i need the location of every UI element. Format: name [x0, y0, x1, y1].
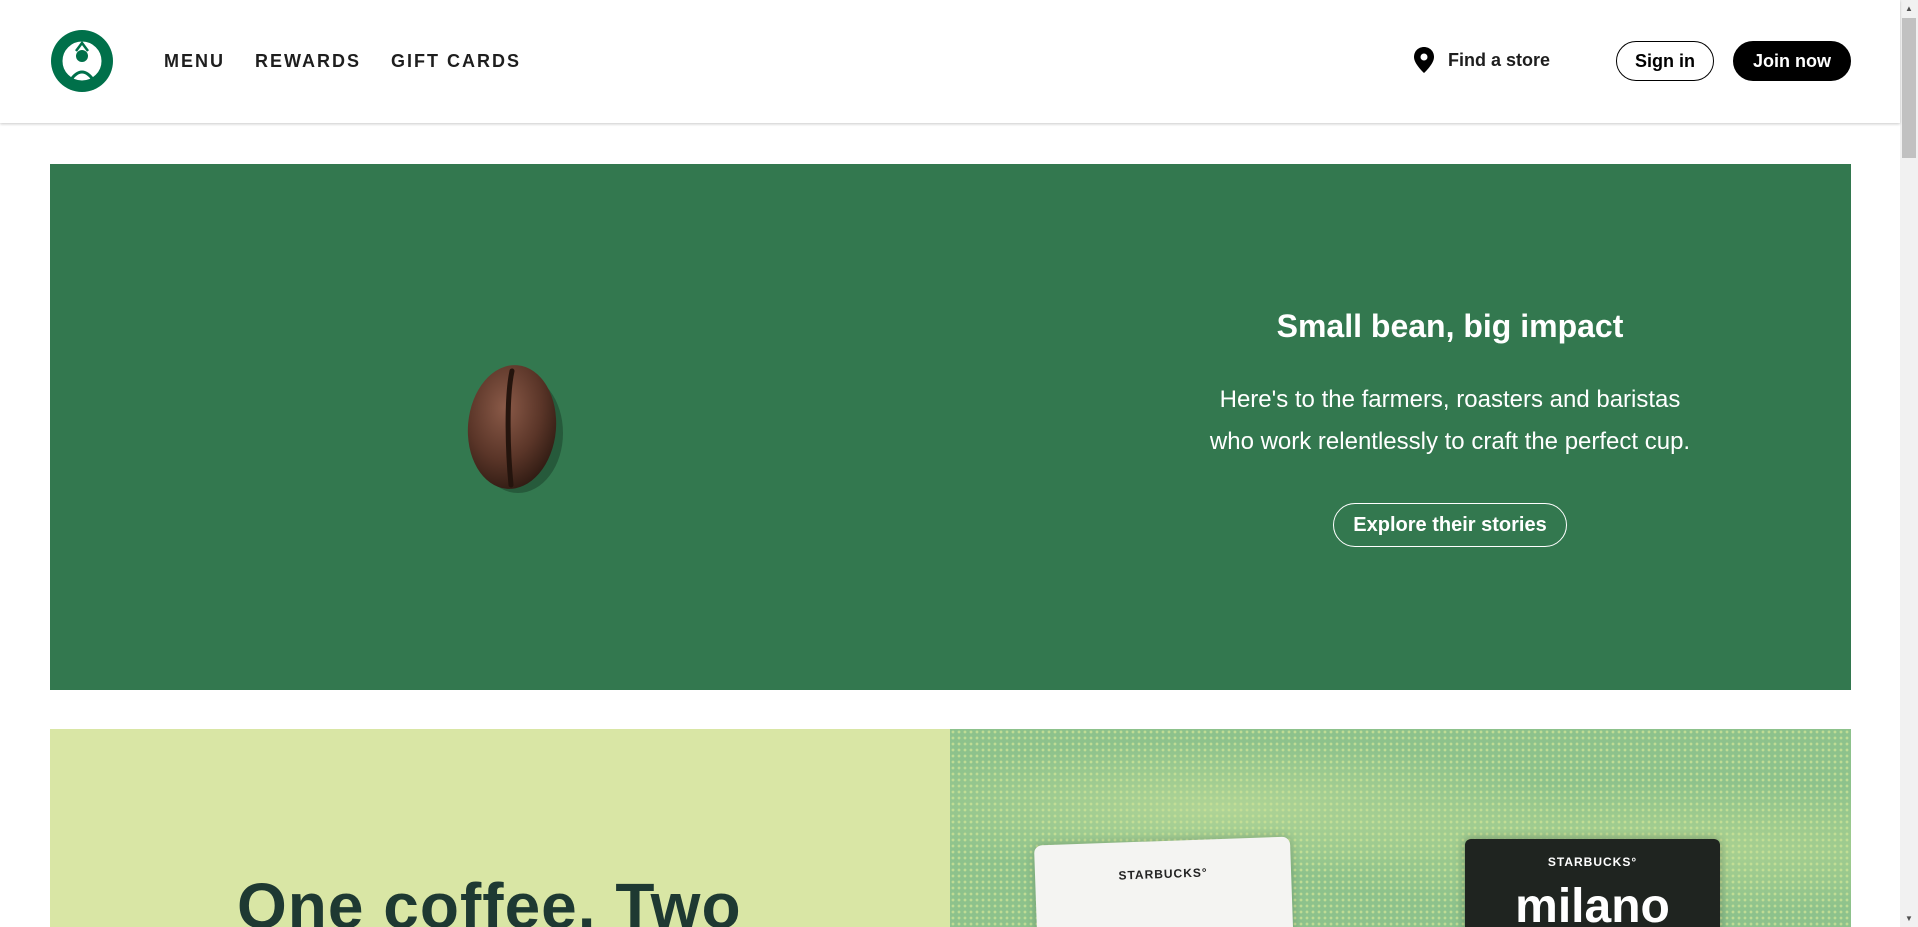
bag-brand-label: STARBUCKS° — [1547, 855, 1638, 869]
explore-stories-button[interactable]: Explore their stories — [1333, 503, 1567, 547]
nav-rewards[interactable]: REWARDS — [255, 49, 361, 73]
scrollbar-thumb[interactable] — [1902, 18, 1916, 158]
map-pin-icon — [1414, 47, 1434, 73]
scroll-down-arrow-icon[interactable]: ▼ — [1900, 910, 1918, 927]
hero-body: Here's to the farmers, roasters and bari… — [1209, 386, 1691, 455]
coffee-bean-image — [467, 365, 563, 493]
coffee-bag-white-image: STARBUCKS° — [1033, 836, 1295, 927]
page-scrollbar[interactable]: ▲ ▼ — [1900, 0, 1918, 927]
bag-product-name: milano — [1515, 880, 1670, 927]
promo-headline: One coffee. Two — [237, 870, 742, 927]
promo-image-panel: STARBUCKS° STARBUCKS° milano — [950, 729, 1851, 927]
scroll-up-arrow-icon[interactable]: ▲ — [1900, 0, 1918, 17]
hero-banner: Small bean, big impact Here's to the far… — [50, 164, 1851, 690]
primary-nav: MENU REWARDS GIFT CARDS — [164, 49, 521, 73]
bag-brand-label: STARBUCKS° — [1118, 865, 1208, 883]
hero-title: Small bean, big impact — [1276, 308, 1624, 344]
find-a-store-link[interactable]: Find a store — [1412, 46, 1550, 74]
promo-banner: One coffee. Two STARBUCKS° STARBUCKS° mi… — [50, 729, 1851, 927]
nav-gift-cards[interactable]: GIFT CARDS — [391, 49, 521, 73]
coffee-bag-black-image: STARBUCKS° milano — [1465, 839, 1720, 927]
find-a-store-label: Find a store — [1448, 49, 1551, 70]
site-header: MENU REWARDS GIFT CARDS Find a store Sig… — [0, 0, 1900, 123]
promo-text-panel: One coffee. Two — [50, 729, 950, 927]
nav-menu[interactable]: MENU — [164, 49, 225, 73]
sign-in-button[interactable]: Sign in — [1616, 41, 1714, 81]
join-now-button[interactable]: Join now — [1733, 41, 1851, 81]
starbucks-logo-icon[interactable] — [50, 29, 114, 93]
